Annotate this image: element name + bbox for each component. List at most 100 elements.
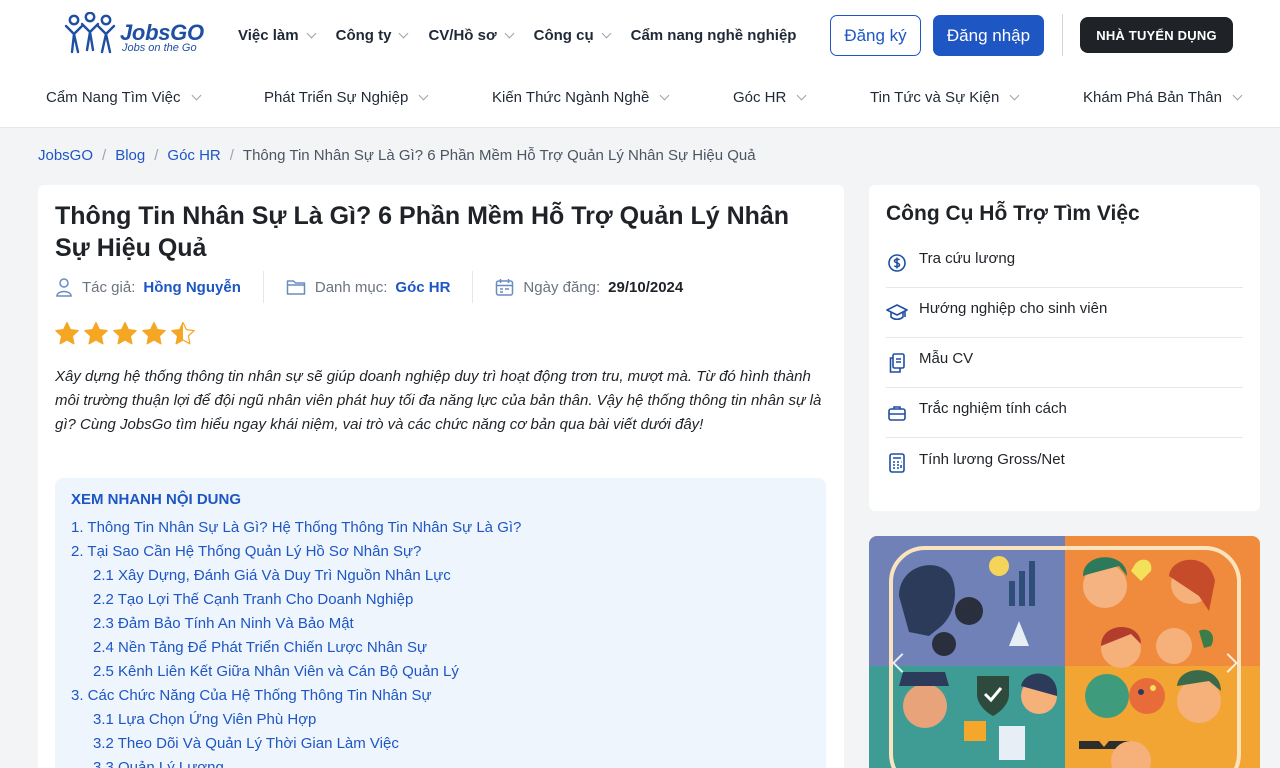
register-button[interactable]: Đăng ký [830,15,921,56]
toc-item[interactable]: 3. Các Chức Năng Của Hệ Thống Thông Tin … [71,684,521,708]
employer-button[interactable]: NHÀ TUYỂN DỤNG [1080,17,1233,53]
toc-item[interactable]: 2.5 Kênh Liên Kết Giữa Nhân Viên và Cán … [71,660,521,684]
subnav-label: Kiến Thức Ngành Nghề [492,89,650,106]
toc-item[interactable]: 2.1 Xây Dựng, Đánh Giá Và Duy Trì Nguồn … [71,564,521,588]
nav-cong-cu[interactable]: Công cụ [533,26,612,44]
career-illustration-image [869,536,1260,768]
chevron-down-icon [1009,90,1020,101]
folder-icon [286,280,306,295]
table-of-contents: XEM NHANH NỘI DUNG 1. Thông Tin Nhân Sự … [55,478,826,768]
logo-people-icon [64,12,116,54]
rating-stars[interactable] [54,321,199,347]
toc-item[interactable]: 1. Thông Tin Nhân Sự Là Gì? Hệ Thống Thô… [71,516,521,540]
star-full-icon [142,321,166,345]
breadcrumb: JobsGO / Blog / Góc HR / Thông Tin Nhân … [38,147,756,164]
author-link[interactable]: Hồng Nguyễn [143,279,241,296]
breadcrumb-separator: / [154,147,159,164]
tool-career-guidance[interactable]: Hướng nghiệp cho sinh viên [886,288,1243,338]
toc-item[interactable]: 3.3 Quản Lý Lương [71,756,521,768]
toc-item[interactable]: 2.3 Đảm Bảo Tính An Ninh Và Bảo Mật [71,612,521,636]
header-divider [1062,14,1063,56]
chevron-down-icon [191,90,201,101]
tool-label: Hướng nghiệp cho sinh viên [919,300,1108,317]
title-line: Sự Hiệu Quả [55,234,207,262]
main-nav: Việc làm Công ty CV/Hồ sơ Công cụ Cẩm na… [238,0,817,70]
job-tools-panel: Công Cụ Hỗ Trợ Tìm Việc Tra cứu lương Hư… [869,185,1260,511]
tool-label: Mẫu CV [919,350,974,367]
user-icon [56,278,72,297]
title-line: Thông Tin Nhân Sự Là Gì? 6 Phần Mềm Hỗ T… [55,202,790,230]
subnav-label: Tin Tức và Sự Kiện [870,89,1000,106]
promo-banner[interactable] [869,536,1260,768]
briefcase-icon [886,402,908,424]
nav-label: Việc làm [238,26,299,44]
nav-cong-ty[interactable]: Công ty [336,27,409,44]
breadcrumb-separator: / [229,147,234,164]
dollar-coin-icon [886,252,908,274]
nav-cam-nang[interactable]: Cẩm nang nghề nghiệp [631,27,797,44]
subnav-kham-pha-ban-than[interactable]: Khám Phá Bản Thân [1083,89,1243,106]
date-meta: Ngày đăng: 29/10/2024 [495,278,683,297]
tool-gross-net-calculator[interactable]: Tính lương Gross/Net [886,438,1243,488]
category-label: Danh mục: [314,278,388,296]
toc-item[interactable]: 3.1 Lựa Chọn Ứng Viên Phù Hợp [71,708,521,732]
nav-viec-lam[interactable]: Việc làm [238,26,317,44]
nav-label: Cẩm nang nghề nghiệp [630,26,797,44]
chevron-down-icon [306,28,317,38]
logo-tagline: Jobs on the Go [122,42,197,54]
category-link[interactable]: Góc HR [395,279,450,296]
subnav-cam-nang-tim-viec[interactable]: Cẩm Nang Tìm Việc [46,89,201,106]
subnav-kien-thuc-nganh-nghe[interactable]: Kiến Thức Ngành Nghề [492,89,670,106]
toc-title: XEM NHANH NỘI DUNG [71,491,242,508]
tool-salary-lookup[interactable]: Tra cứu lương [886,238,1243,288]
category-meta: Danh mục: Góc HR [286,278,450,296]
publish-date: 29/10/2024 [608,278,684,296]
tool-label: Tra cứu lương [919,250,1016,267]
star-half-icon [171,321,195,345]
toc-item[interactable]: 2.2 Tạo Lợi Thế Cạnh Tranh Cho Doanh Ngh… [71,588,521,612]
tool-label: Tính lương Gross/Net [919,450,1065,468]
document-copy-icon [886,352,908,374]
meta-divider [262,271,264,303]
tool-label: Trắc nghiệm tính cách [919,400,1067,417]
chevron-down-icon [398,28,409,38]
author-meta: Tác giả: Hồng Nguyễn [55,277,241,297]
calendar-icon [496,278,514,296]
chevron-down-icon [659,90,670,101]
chevron-down-icon [504,28,515,38]
login-button[interactable]: Đăng nhập [933,15,1044,56]
breadcrumb-home[interactable]: JobsGO [38,147,93,164]
breadcrumb-blog[interactable]: Blog [115,147,145,164]
subnav-label: Phát Triển Sự Nghiệp [264,89,409,106]
toc-item[interactable]: 2. Tại Sao Cần Hệ Thống Quản Lý Hồ Sơ Nh… [71,540,521,564]
category-nav: Cẩm Nang Tìm Việc Phát Triển Sự Nghiệp K… [0,70,1280,128]
calculator-icon [886,452,908,474]
chevron-down-icon [1232,90,1243,101]
subnav-phat-trien-su-nghiep[interactable]: Phát Triển Sự Nghiệp [264,89,429,106]
article-title: Thông Tin Nhân Sự Là Gì? 6 Phần Mềm Hỗ T… [55,200,825,264]
breadcrumb-separator: / [102,147,107,164]
star-full-icon [55,321,79,345]
toc-item[interactable]: 2.4 Nền Tảng Để Phát Triển Chiến Lược Nh… [71,636,521,660]
toc-list: 1. Thông Tin Nhân Sự Là Gì? Hệ Thống Thô… [71,516,521,768]
nav-label: Công cụ [533,26,594,44]
nav-cv-ho-so[interactable]: CV/Hồ sơ [428,27,515,44]
article-card: Thông Tin Nhân Sự Là Gì? 6 Phần Mềm Hỗ T… [38,185,844,768]
breadcrumb-current: Thông Tin Nhân Sự Là Gì? 6 Phần Mềm Hỗ T… [242,147,756,164]
article-meta: Tác giả: Hồng Nguyễn Danh mục: Góc HR Ng… [55,271,683,303]
chevron-down-icon [418,90,429,101]
subnav-label: Khám Phá Bản Thân [1083,89,1222,106]
subnav-goc-hr[interactable]: Góc HR [733,89,807,106]
toc-item[interactable]: 3.2 Theo Dõi Và Quản Lý Thời Gian Làm Vi… [71,732,521,756]
jobsgo-logo[interactable]: JobsGO Jobs on the Go [62,12,212,58]
tool-cv-templates[interactable]: Mẫu CV [886,338,1243,388]
breadcrumb-category[interactable]: Góc HR [167,147,220,164]
date-label: Ngày đăng: [523,278,601,296]
tool-personality-test[interactable]: Trắc nghiệm tính cách [886,388,1243,438]
subnav-label: Góc HR [733,89,787,106]
subnav-label: Cẩm Nang Tìm Việc [46,89,181,106]
subnav-tin-tuc-su-kien[interactable]: Tin Tức và Sự Kiện [870,89,1020,106]
star-full-icon [113,321,137,345]
article-intro: Xây dựng hệ thống thông tin nhân sự sẽ g… [55,368,822,433]
top-header: JobsGO Jobs on the Go Việc làm Công ty C… [0,0,1280,70]
